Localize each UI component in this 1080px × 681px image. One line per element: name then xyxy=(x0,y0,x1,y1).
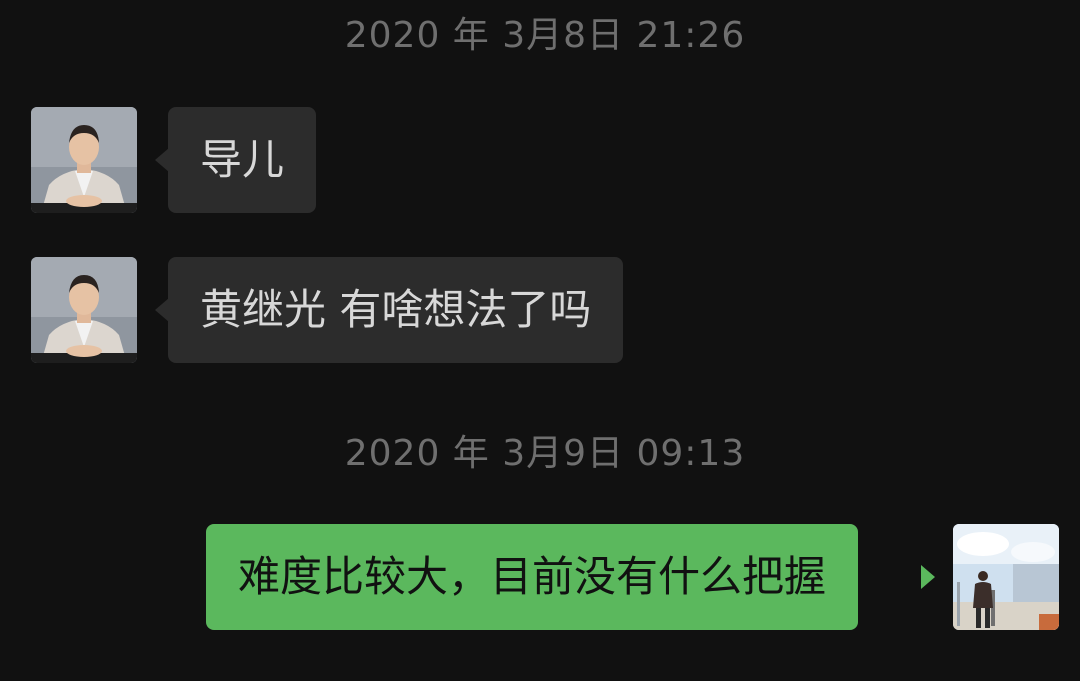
bubble-tail xyxy=(921,565,935,589)
incoming-message[interactable]: 黄继光 有啥想法了吗 xyxy=(168,257,624,363)
bubble-tail xyxy=(155,148,169,172)
bubble-tail xyxy=(155,298,169,322)
self-avatar[interactable] xyxy=(953,524,1059,630)
outgoing-message[interactable]: 难度比较大，目前没有什么把握 xyxy=(206,524,859,630)
contact-avatar[interactable] xyxy=(31,107,137,213)
timestamp: 2020 年 3月9日 09:13 xyxy=(344,433,746,474)
incoming-message[interactable]: 导儿 xyxy=(168,107,317,213)
timestamp: 2020 年 3月8日 21:26 xyxy=(344,15,746,56)
contact-avatar[interactable] xyxy=(31,257,137,363)
